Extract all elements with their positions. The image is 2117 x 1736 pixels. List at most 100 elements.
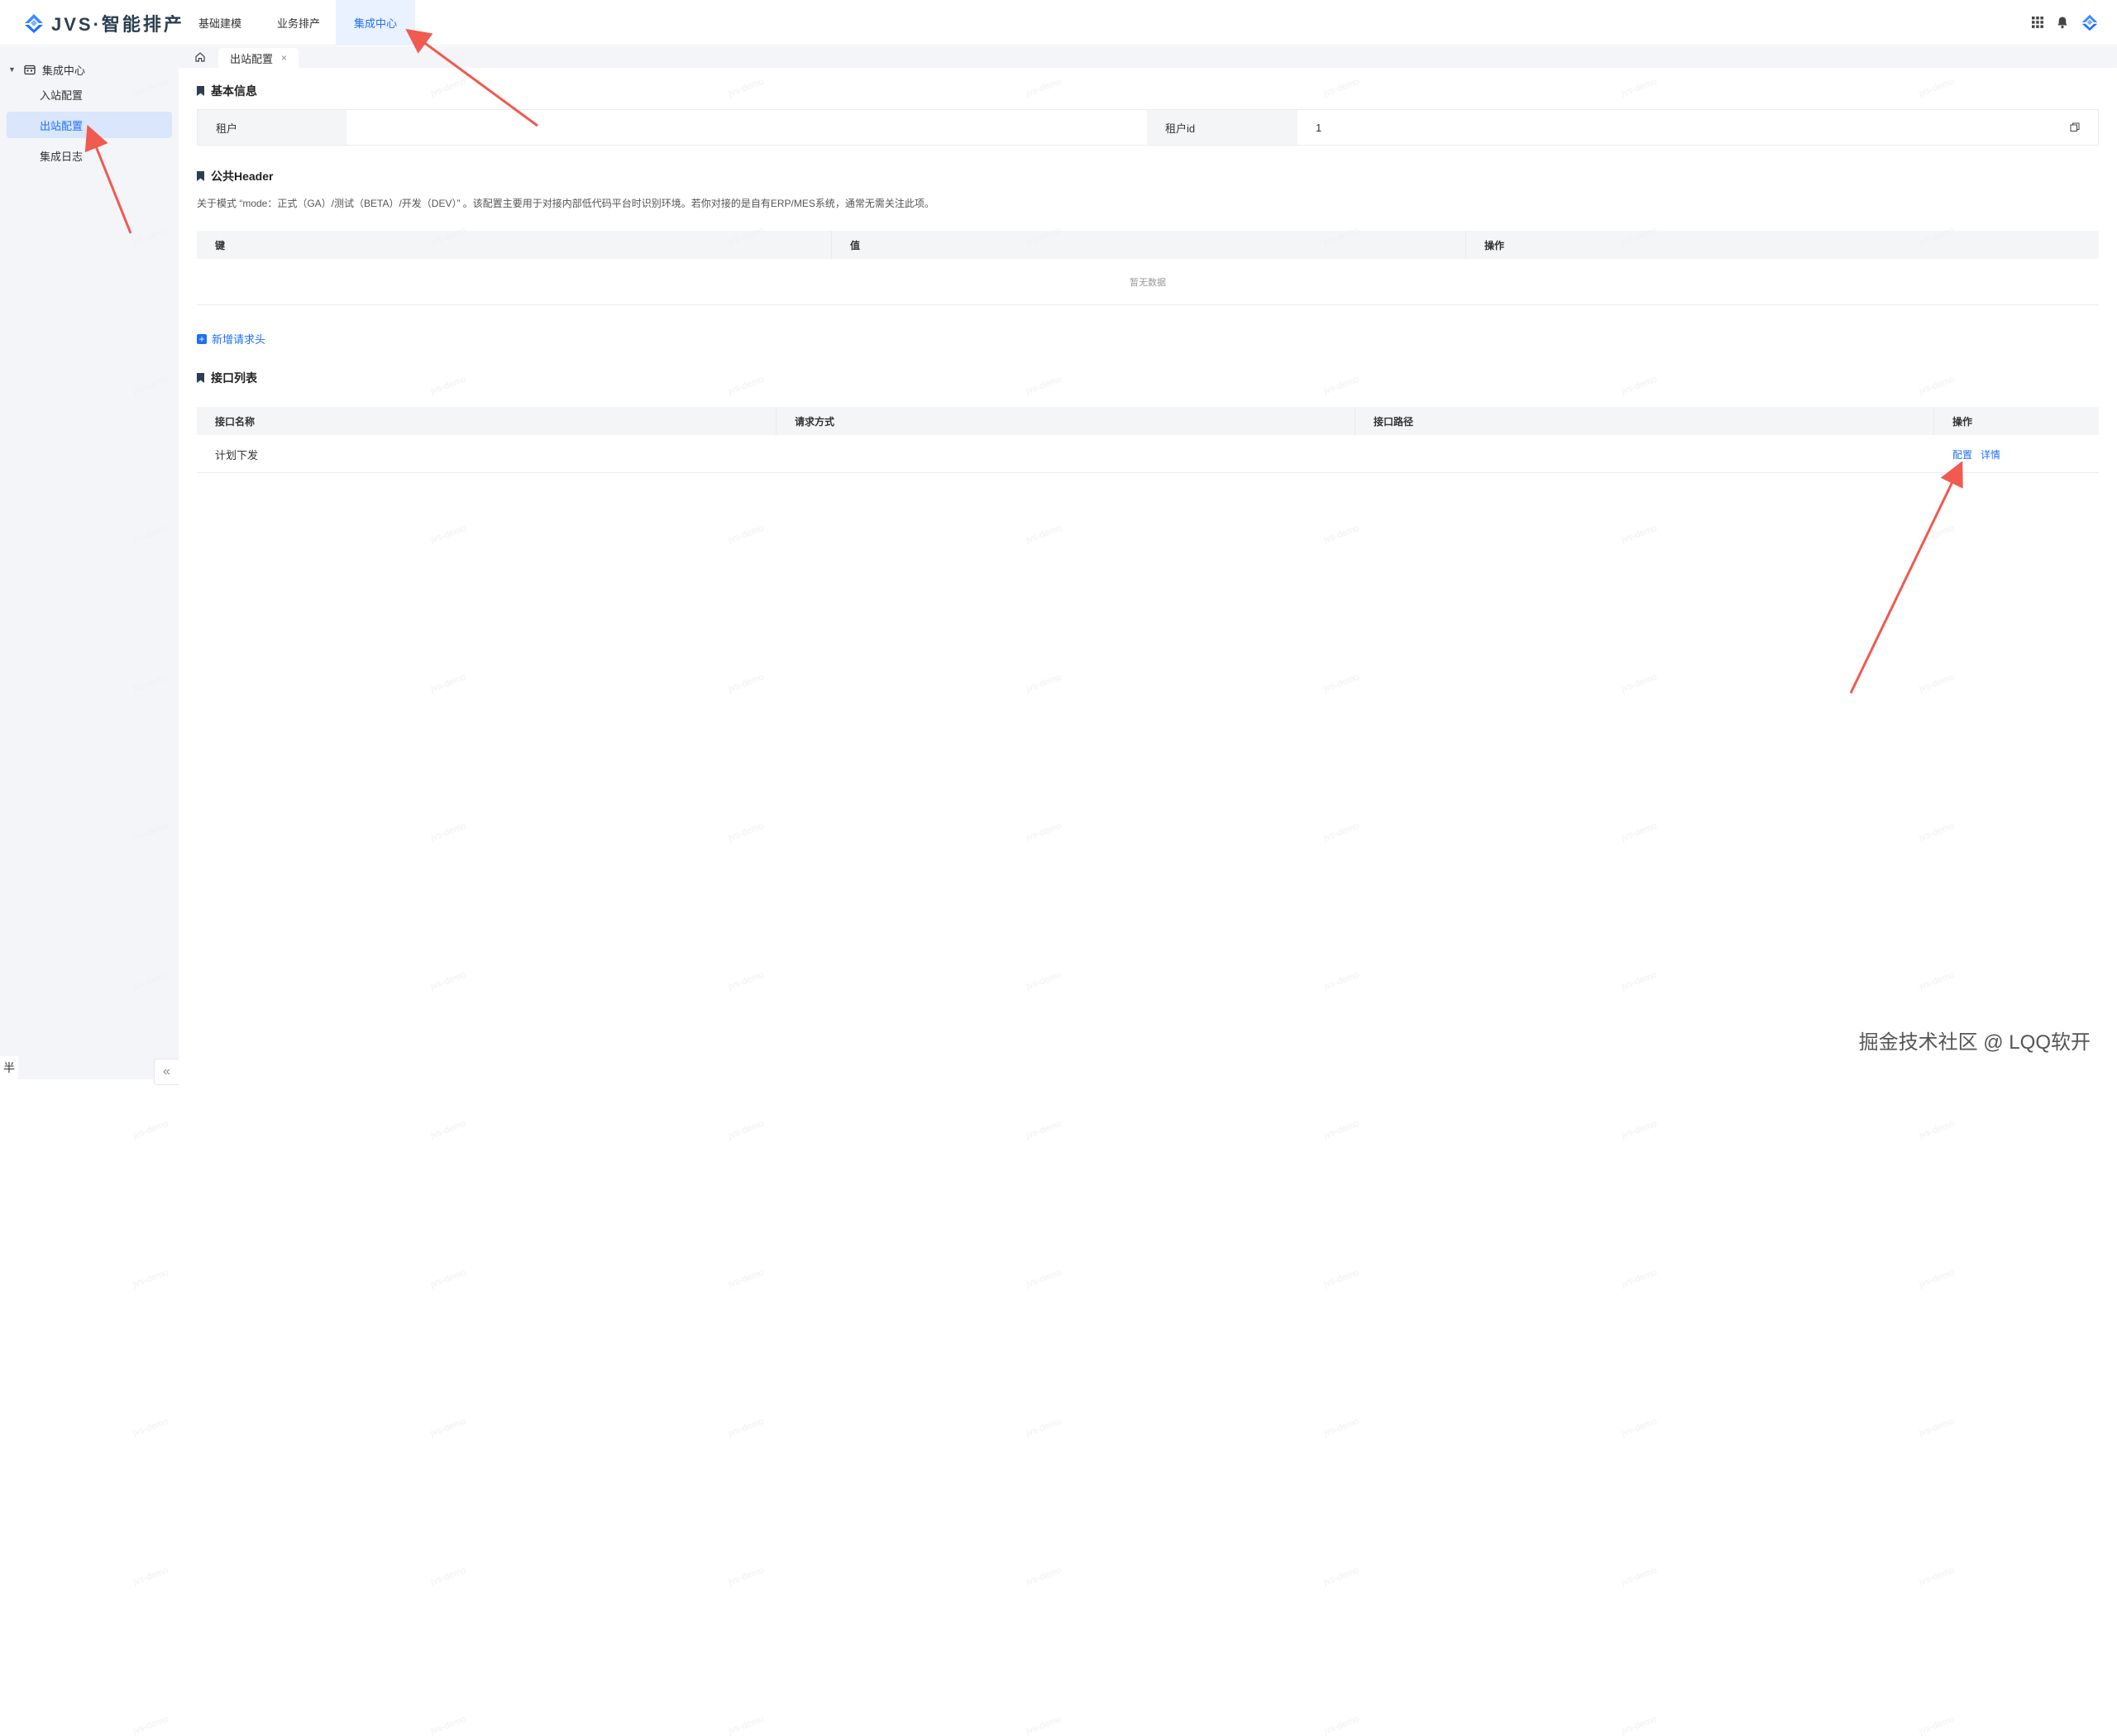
bell-icon[interactable] [2056, 16, 2069, 29]
tab-bar: 出站配置 × [179, 46, 2117, 68]
watermark-text: jvs-demo [1025, 1268, 1063, 1290]
calendar-icon [24, 64, 36, 75]
bookmark-icon [197, 171, 204, 181]
tenant-field[interactable] [346, 110, 1147, 145]
copy-icon[interactable] [2070, 122, 2080, 132]
watermark-text: jvs-demo [429, 1714, 467, 1736]
tenant-id-value: 1 [1316, 122, 1321, 134]
watermark-text: jvs-demo [429, 1417, 467, 1439]
section-title-text: 基本信息 [211, 83, 257, 99]
empty-state: 暂无数据 [197, 259, 2099, 305]
caret-down-icon: ▼ [8, 65, 16, 74]
watermark-text: jvs-demo [1918, 1268, 1956, 1290]
column-header: 接口路径 [1355, 407, 1934, 435]
home-icon [194, 51, 206, 63]
app-logo[interactable]: JVS·智能排产 [23, 10, 184, 36]
api-name-cell: 计划下发 [197, 435, 777, 473]
table-row: 计划下发 配置 详情 [197, 435, 2099, 473]
watermark-text: jvs-demo [1025, 1566, 1063, 1588]
watermark-text: jvs-demo [1620, 1268, 1658, 1290]
watermark-text: jvs-demo [131, 1417, 170, 1439]
top-nav-label: 基础建模 [180, 15, 260, 31]
tenant-id-label: 租户id [1147, 110, 1297, 145]
footer-watermark: 掘金技术社区 @ LQQ软开 [1859, 1026, 2091, 1055]
watermark-text: jvs-demo [1620, 1417, 1658, 1439]
sidebar-item-label: 入站配置 [40, 87, 83, 103]
bookmark-icon [197, 373, 204, 383]
watermark-text: jvs-demo [1918, 1119, 1956, 1141]
column-header: 操作 [1466, 231, 2099, 259]
details-link[interactable]: 详情 [1981, 447, 2000, 461]
watermark-text: jvs-demo [131, 1566, 170, 1588]
watermark-text: jvs-demo [1322, 1119, 1360, 1141]
section-title-basic-info: 基本信息 [197, 83, 257, 99]
tenant-label: 租户 [198, 110, 346, 145]
column-header: 值 [832, 231, 1466, 259]
add-request-header-label: 新增请求头 [212, 331, 265, 347]
watermark-text: jvs-demo [727, 1268, 765, 1290]
tab-label: 出站配置 [230, 50, 273, 66]
app-title: JVS·智能排产 [51, 10, 184, 36]
main-content: 出站配置 × 基本信息 租户 租户id 1 公共Header 关于模式 “mod… [179, 46, 2117, 1079]
top-nav-label: 集成中心 [336, 15, 415, 31]
watermark-text: jvs-demo [1620, 1566, 1658, 1588]
sidebar-item-outbound-config[interactable]: 出站配置 [7, 112, 172, 138]
sidebar-group-integration-center[interactable]: ▼ 集成中心 [7, 56, 172, 83]
watermark-text: jvs-demo [727, 1566, 765, 1588]
sidebar-item-integration-log[interactable]: 集成日志 [7, 142, 172, 169]
bookmark-icon [197, 86, 204, 96]
watermark-text: jvs-demo [1322, 1417, 1360, 1439]
home-tab[interactable] [190, 49, 210, 65]
top-nav-integration-center[interactable]: 集成中心 [336, 0, 415, 45]
watermark-text: jvs-demo [1322, 1566, 1360, 1588]
api-method-cell [777, 435, 1355, 473]
top-nav-base-modeling[interactable]: 基础建模 [180, 0, 260, 45]
api-table-head: 接口名称 请求方式 接口路径 操作 [197, 407, 2099, 435]
section-title-text: 接口列表 [211, 370, 257, 386]
watermark-text: jvs-demo [1025, 1714, 1063, 1736]
top-right-tools [2031, 13, 2099, 31]
add-request-header-button[interactable]: + 新增请求头 [197, 331, 265, 347]
watermark-text: jvs-demo [727, 1417, 765, 1439]
section-title-text: 公共Header [211, 168, 273, 184]
sidebar: ▼ 集成中心 入站配置 出站配置 集成日志 « [0, 46, 179, 1079]
sidebar-group-label: 集成中心 [42, 62, 85, 78]
watermark-text: jvs-demo [1025, 1119, 1063, 1141]
sidebar-item-label: 集成日志 [40, 148, 83, 164]
grid-apps-icon[interactable] [2031, 16, 2044, 29]
tenant-id-field[interactable]: 1 [1297, 110, 2083, 145]
watermark-text: jvs-demo [1918, 1417, 1956, 1439]
corner-glyph: 半 [0, 1056, 18, 1079]
watermark-text: jvs-demo [727, 1714, 765, 1736]
brand-logo-icon[interactable] [2081, 13, 2099, 31]
collapse-sidebar-button[interactable]: « [154, 1059, 179, 1085]
watermark-text: jvs-demo [131, 1268, 170, 1290]
section-title-api-list: 接口列表 [197, 370, 257, 386]
watermark-text: jvs-demo [1322, 1268, 1360, 1290]
watermark-text: jvs-demo [429, 1566, 467, 1588]
watermark-text: jvs-demo [1322, 1714, 1360, 1736]
watermark-text: jvs-demo [727, 1119, 765, 1141]
watermark-text: jvs-demo [131, 1119, 170, 1141]
top-nav-label: 业务排产 [259, 15, 338, 31]
close-icon[interactable]: × [281, 52, 287, 64]
watermark-text: jvs-demo [1918, 1714, 1956, 1736]
sidebar-item-label: 出站配置 [40, 117, 83, 133]
watermark-text: jvs-demo [429, 1268, 467, 1290]
watermark-text: jvs-demo [1918, 1566, 1956, 1588]
watermark-text: jvs-demo [429, 1119, 467, 1141]
tab-outbound-config[interactable]: 出站配置 × [218, 48, 299, 68]
plus-icon: + [197, 334, 207, 344]
tenant-form-row: 租户 租户id 1 [197, 109, 2099, 146]
api-actions-cell: 配置 详情 [1934, 435, 2099, 473]
watermark-text: jvs-demo [1025, 1417, 1063, 1439]
configure-link[interactable]: 配置 [1952, 447, 1972, 461]
header-table-head: 键 值 操作 [197, 231, 2099, 259]
top-nav-business-scheduling[interactable]: 业务排产 [259, 0, 338, 45]
column-header: 操作 [1934, 407, 2099, 435]
watermark-text: jvs-demo [131, 1714, 170, 1736]
double-chevron-left-icon: « [163, 1064, 170, 1079]
column-header: 请求方式 [777, 407, 1355, 435]
column-header: 接口名称 [197, 407, 777, 435]
section-title-public-header: 公共Header [197, 168, 273, 184]
